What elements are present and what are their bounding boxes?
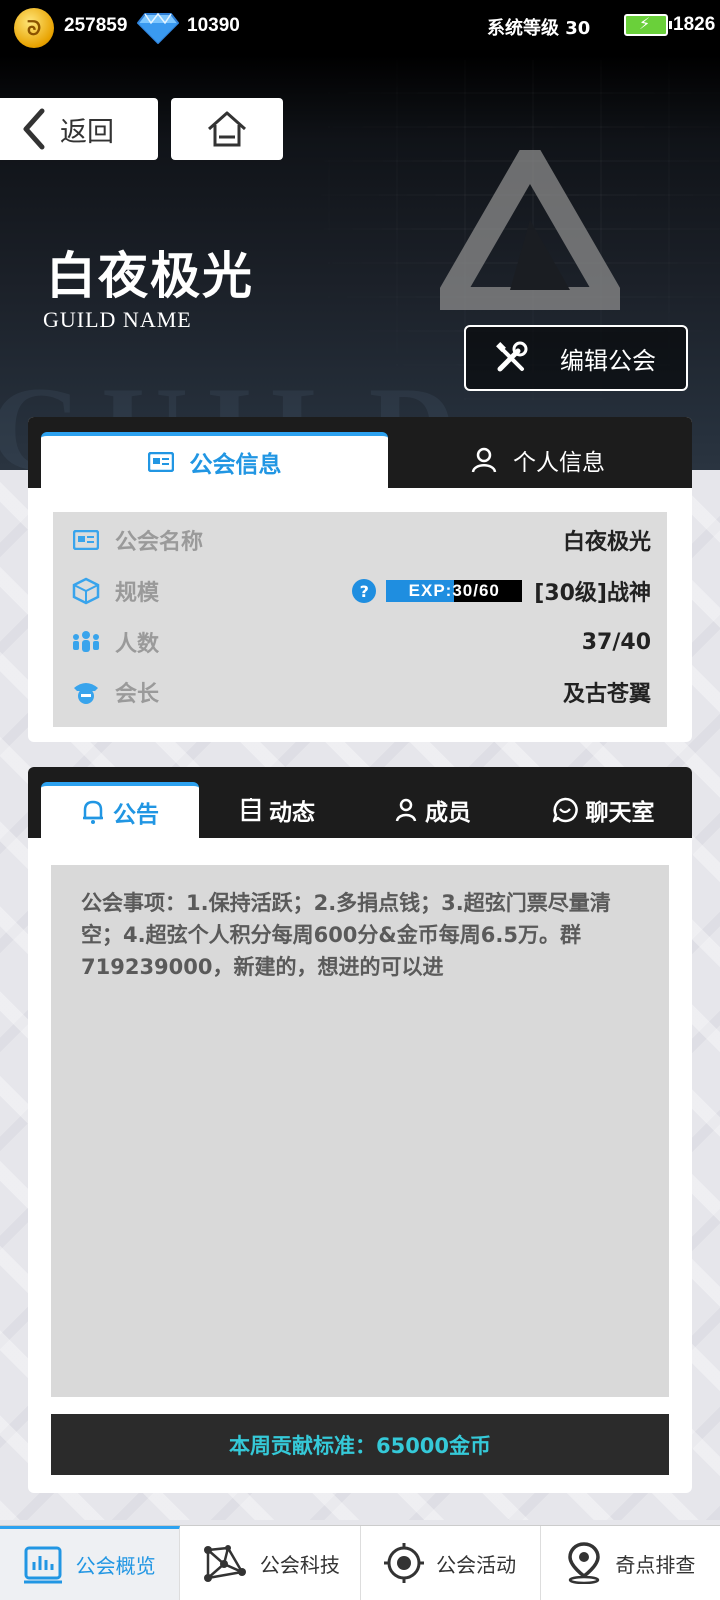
- info-row-leader: 会长 及古苍翼: [71, 672, 651, 712]
- tab-personal-info-label: 个人信息: [513, 450, 605, 476]
- location-pin-icon: [568, 1542, 601, 1584]
- back-button[interactable]: 返回: [0, 98, 158, 160]
- guild-notice-panel: 公告 动态 成员 聊天室 公会事项：1.保持活跃；2.多捐点钱；3.超弦门票尽量…: [28, 767, 692, 1493]
- exp-progress-bar: EXP:30/60: [386, 580, 523, 602]
- coin-icon: ᘐ: [14, 8, 54, 48]
- id-card-icon: [71, 525, 101, 555]
- bar-chart-icon: [23, 1546, 62, 1583]
- chat-bubble-icon: [552, 797, 578, 823]
- info-label: 公会名称: [115, 530, 204, 555]
- nav-guild-activity[interactable]: 公会活动: [361, 1526, 541, 1600]
- coin-count: 257859: [64, 15, 128, 36]
- info-row-guild-name: 公会名称 白夜极光: [71, 520, 651, 560]
- nav-guild-tech[interactable]: 公会科技: [180, 1526, 361, 1600]
- diamond-icon: [137, 12, 179, 44]
- info-label: 规模: [115, 581, 160, 606]
- bell-icon: [83, 800, 103, 824]
- guild-info-box: 公会名称 白夜极光 规模 ? EXP:30/60 [30级]战神 人数 37/4…: [53, 512, 667, 727]
- info-label: 人数: [115, 632, 160, 657]
- nav-singularity-check[interactable]: 奇点排查: [541, 1526, 720, 1600]
- info-value: [30级]战神: [534, 581, 651, 606]
- chevron-left-icon: [23, 108, 45, 150]
- notice-tab-bar: 公告 动态 成员 聊天室: [28, 767, 692, 838]
- status-bar: ᘐ 257859 10390 系统等级 30 ⚡ 1826: [0, 0, 720, 52]
- battery-icon: ⚡: [624, 14, 672, 36]
- info-label: 会长: [115, 682, 160, 707]
- tab-announcement[interactable]: 公告: [41, 782, 199, 838]
- tab-guild-info-label: 公会信息: [189, 452, 282, 478]
- tab-chatroom-label: 聊天室: [585, 800, 655, 826]
- tab-announcement-label: 公告: [113, 802, 159, 828]
- help-icon[interactable]: ?: [352, 579, 377, 603]
- scale-value-group: ? EXP:30/60 [30级]战神: [352, 575, 651, 607]
- home-icon: [208, 111, 246, 147]
- announcement-text: 公会事项：1.保持活跃；2.多捐点钱；3.超弦门票尽量清空；4.超弦个人积分每周…: [81, 891, 611, 979]
- target-icon: [384, 1543, 425, 1583]
- tab-activity[interactable]: 动态: [208, 782, 348, 838]
- back-label: 返回: [60, 116, 114, 148]
- home-button[interactable]: [171, 98, 283, 160]
- exp-label: EXP:30/60: [408, 581, 500, 600]
- energy-count: 1826: [673, 14, 716, 35]
- tools-icon: [496, 341, 528, 372]
- nav-label: 公会科技: [259, 1552, 340, 1577]
- info-row-members: 人数 37/40: [71, 622, 651, 662]
- activity-icon: [241, 798, 261, 822]
- cube-icon: [71, 576, 101, 606]
- nav-label: 公会概览: [75, 1554, 156, 1578]
- id-card-icon: [147, 452, 174, 472]
- nav-guild-overview[interactable]: 公会概览: [0, 1526, 181, 1600]
- tab-guild-info[interactable]: 公会信息: [41, 432, 388, 488]
- bottom-nav: 公会概览 公会科技 公会活动 奇点排查: [0, 1525, 720, 1600]
- tab-activity-label: 动态: [269, 800, 315, 826]
- people-icon: [71, 627, 101, 657]
- officer-icon: [71, 677, 101, 707]
- edit-guild-label: 编辑公会: [560, 346, 656, 375]
- nav-label: 公会活动: [436, 1552, 517, 1577]
- system-level: 系统等级 30: [487, 18, 591, 39]
- info-row-scale: 规模 ? EXP:30/60 [30级]战神: [71, 571, 651, 611]
- guild-name-subtitle: GUILD NAME: [43, 307, 192, 332]
- guild-emblem-icon: [440, 150, 620, 310]
- announcement-box: 公会事项：1.保持活跃；2.多捐点钱；3.超弦门票尽量清空；4.超弦个人积分每周…: [51, 865, 669, 1397]
- info-tab-bar: 公会信息 个人信息: [28, 417, 692, 488]
- edit-guild-button[interactable]: 编辑公会: [464, 325, 688, 391]
- nav-label: 奇点排查: [615, 1552, 696, 1577]
- guild-info-panel: 公会信息 个人信息 公会名称 白夜极光 规模 ? EXP:30/60 [30级]…: [28, 417, 692, 742]
- guild-name-title: 白夜极光: [46, 246, 254, 305]
- network-icon: [203, 1545, 246, 1582]
- weekly-contribution-bar: 本周贡献标准：65000金币: [51, 1414, 669, 1475]
- person-icon: [471, 447, 497, 473]
- tab-members[interactable]: 成员: [363, 782, 503, 838]
- info-value: 及古苍翼: [562, 682, 651, 707]
- info-value: 白夜极光: [562, 530, 651, 555]
- person-icon: [395, 798, 417, 822]
- gem-count: 10390: [187, 15, 240, 36]
- tab-chatroom[interactable]: 聊天室: [518, 782, 688, 838]
- tab-members-label: 成员: [425, 800, 471, 826]
- weekly-contribution-text: 本周贡献标准：65000金币: [228, 1433, 492, 1458]
- tab-personal-info[interactable]: 个人信息: [388, 432, 688, 488]
- info-value: 37/40: [581, 629, 651, 655]
